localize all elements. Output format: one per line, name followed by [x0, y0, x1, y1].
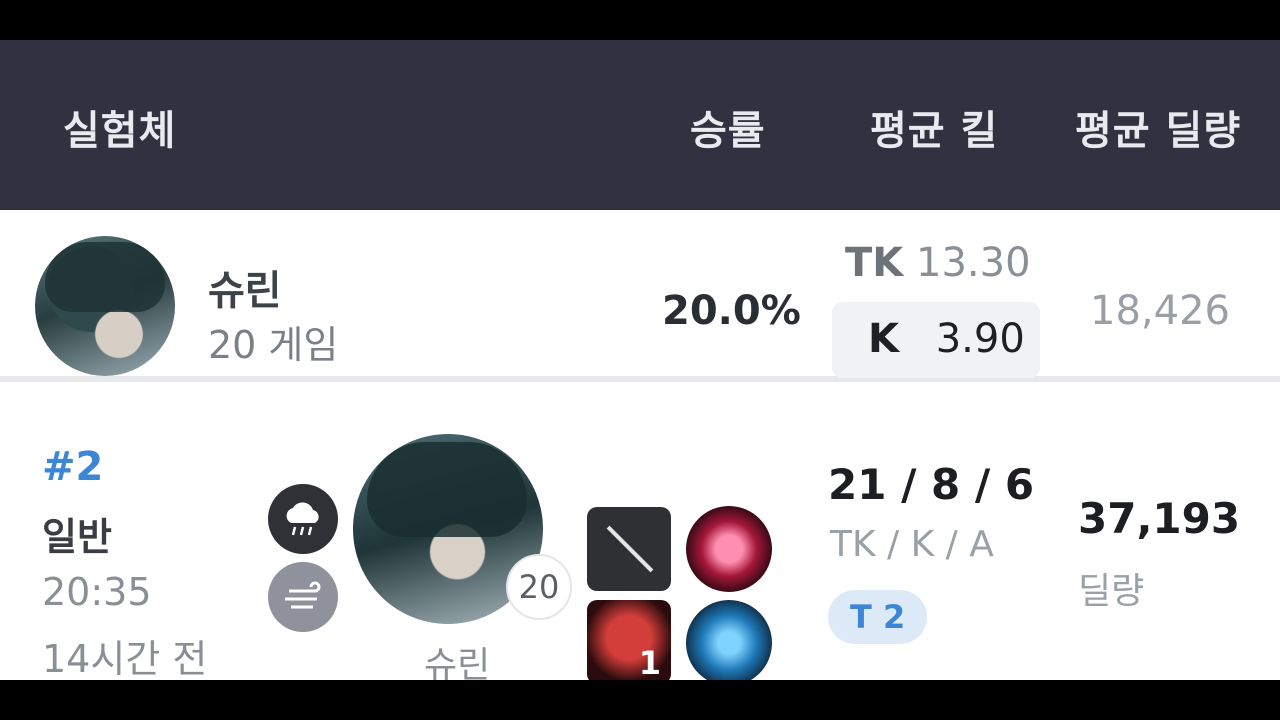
character-summary-row[interactable]: 슈린 20 게임 20.0% TK 13.30 K 3.90 18,426 — [0, 210, 1280, 382]
letterbox-top — [0, 0, 1280, 40]
damage-value: 37,193 — [1078, 494, 1241, 543]
table-header: 실험체 승률 평균 킬 평균 딜량 — [0, 40, 1280, 210]
trait-demon-icon[interactable] — [686, 506, 772, 592]
match-rank: #2 — [42, 444, 104, 490]
team-badge: T 2 — [828, 590, 928, 644]
match-character-name: 슈린 — [424, 645, 491, 680]
damage-label: 딜량 — [1078, 571, 1145, 612]
k-label: K — [868, 316, 899, 362]
avg-damage-value: 18,426 — [1090, 288, 1230, 334]
header-win-rate[interactable]: 승률 — [690, 98, 766, 156]
augment-icon[interactable]: 1 — [587, 600, 671, 680]
k-value: 3.90 — [935, 316, 1025, 362]
rain-cloud-icon — [268, 484, 338, 554]
match-mode: 일반 — [42, 515, 112, 559]
k-stat: K 3.90 — [868, 316, 1025, 362]
stats-panel: 실험체 승률 평균 킬 평균 딜량 슈린 20 게임 20.0% TK 13.3… — [0, 40, 1280, 680]
augment-count: 1 — [638, 644, 661, 680]
tk-value: 13.30 — [916, 240, 1031, 286]
header-avg-kill[interactable]: 평균 킬 — [870, 98, 998, 156]
tk-label: TK — [845, 240, 904, 286]
header-subject[interactable]: 실험체 — [63, 98, 176, 156]
match-row[interactable]: #2 일반 20:35 14시간 전 20 슈린 1 21 / 8 / 6 TK… — [0, 382, 1280, 680]
trait-shield-icon[interactable] — [686, 600, 772, 680]
kda-label: TK / K / A — [830, 524, 994, 565]
kda-value: 21 / 8 / 6 — [828, 460, 1035, 509]
level-badge: 20 — [506, 554, 572, 620]
win-rate-value: 20.0% — [662, 288, 801, 334]
fog-icon — [268, 562, 338, 632]
rapier-weapon-icon[interactable] — [587, 507, 671, 591]
games-count: 20 게임 — [208, 323, 339, 367]
match-duration: 20:35 — [42, 570, 152, 614]
header-avg-damage[interactable]: 평균 딜량 — [1075, 98, 1241, 156]
match-time-ago: 14시간 전 — [42, 637, 208, 680]
character-name: 슈린 — [208, 268, 282, 314]
character-avatar — [35, 236, 175, 376]
tk-stat: TK 13.30 — [845, 240, 1031, 286]
letterbox-bottom — [0, 680, 1280, 720]
